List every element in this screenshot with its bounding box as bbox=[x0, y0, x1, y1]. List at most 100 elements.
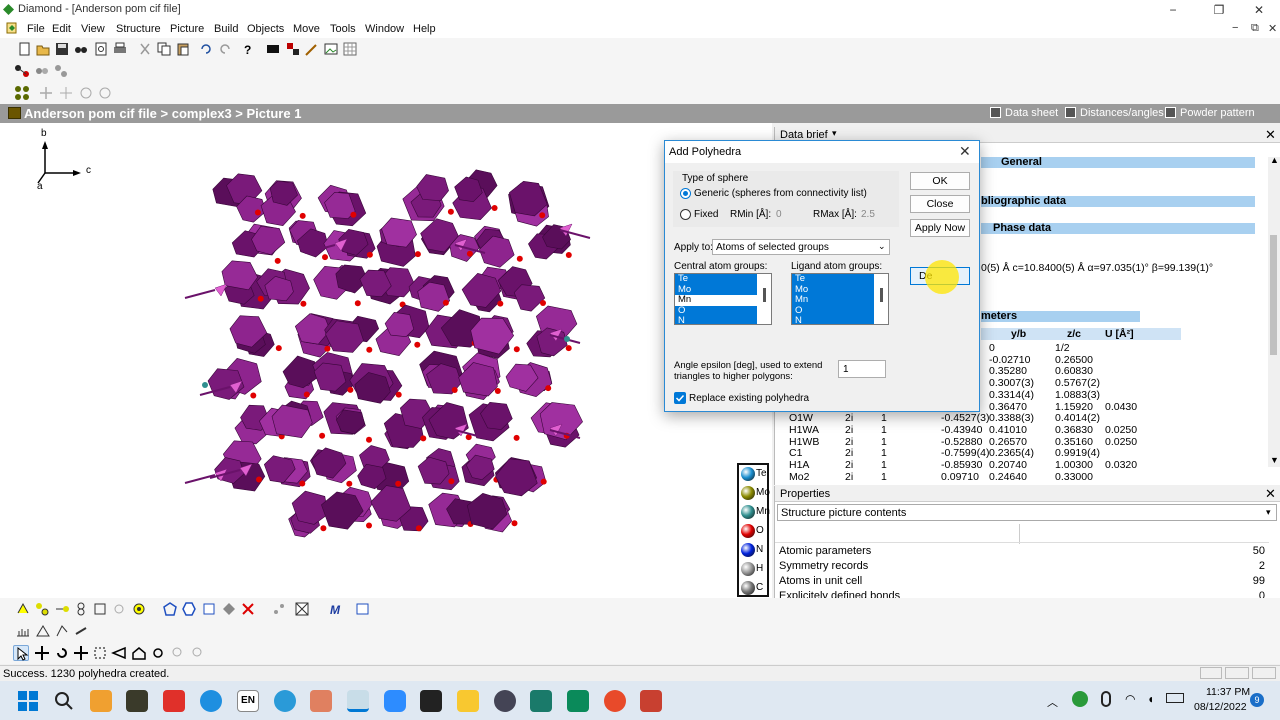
list-item[interactable]: Mn bbox=[675, 294, 757, 306]
ligand-atom-list[interactable]: Te Mo Mn O N bbox=[791, 273, 889, 325]
mdi-restore-button[interactable]: ⧉ bbox=[1251, 22, 1259, 35]
list-scrollbar[interactable] bbox=[763, 288, 766, 302]
apply-now-button[interactable]: Apply Now bbox=[910, 219, 970, 237]
ruler-icon[interactable] bbox=[15, 623, 31, 639]
pointer-icon[interactable] bbox=[13, 645, 29, 661]
rotate-atoms-icon[interactable] bbox=[78, 85, 94, 101]
view-direction-icon[interactable] bbox=[294, 601, 310, 617]
reset-icon[interactable] bbox=[150, 645, 166, 661]
menu-view[interactable]: View bbox=[81, 23, 105, 35]
app-icon[interactable] bbox=[126, 690, 148, 712]
section-general[interactable]: General bbox=[981, 156, 1255, 168]
app-icon[interactable] bbox=[310, 690, 332, 712]
app-icon[interactable] bbox=[640, 690, 662, 712]
windows-start-icon[interactable] bbox=[17, 690, 39, 712]
list-item[interactable]: O bbox=[675, 305, 757, 316]
menu-window[interactable]: Window bbox=[365, 23, 404, 35]
zoom-box-icon[interactable] bbox=[92, 645, 108, 661]
menu-picture[interactable]: Picture bbox=[170, 23, 204, 35]
picture-icon[interactable] bbox=[265, 41, 281, 57]
property-row[interactable]: Symmetry records 2 bbox=[775, 559, 1269, 574]
menu-structure[interactable]: Structure bbox=[116, 23, 161, 35]
expand-icon[interactable] bbox=[53, 63, 69, 79]
maximize-button[interactable]: ❐ bbox=[1211, 2, 1227, 18]
list-item[interactable]: N bbox=[675, 315, 757, 324]
chevron-down-icon[interactable]: ▾ bbox=[832, 128, 837, 139]
cluster-icon[interactable] bbox=[111, 601, 127, 617]
replace-checkbox[interactable] bbox=[674, 392, 686, 404]
menu-tools[interactable]: Tools bbox=[330, 23, 356, 35]
move-icon[interactable] bbox=[271, 601, 287, 617]
chevron-down-icon[interactable]: ▾ bbox=[1266, 507, 1271, 518]
structure-canvas[interactable]: b c a bbox=[0, 123, 772, 598]
mdi-minimize-button[interactable]: − bbox=[1232, 22, 1238, 34]
app-icon[interactable] bbox=[567, 690, 589, 712]
context-help-icon[interactable]: ? bbox=[241, 41, 257, 57]
menu-help[interactable]: Help bbox=[413, 23, 436, 35]
app-icon[interactable] bbox=[494, 690, 516, 712]
sync-icon[interactable] bbox=[1072, 691, 1088, 707]
polyhedra-icon[interactable] bbox=[162, 601, 178, 617]
speaker-icon[interactable]: ◖ bbox=[1147, 692, 1154, 706]
structure-icon[interactable] bbox=[285, 41, 301, 57]
properties-select[interactable]: Structure picture contents ▾ bbox=[777, 504, 1277, 521]
tab-distances-angles[interactable]: Distances/angles bbox=[1065, 107, 1164, 119]
app-icon[interactable] bbox=[420, 690, 442, 712]
close-dialog-button[interactable]: Close bbox=[910, 195, 970, 213]
list-scrollbar[interactable] bbox=[880, 288, 883, 302]
rotate-icon[interactable] bbox=[54, 645, 70, 661]
move-molecule-icon[interactable] bbox=[58, 85, 74, 101]
save-icon[interactable] bbox=[54, 41, 70, 57]
perspective-icon[interactable] bbox=[111, 645, 127, 661]
property-row[interactable]: Atomic parameters 50 bbox=[775, 544, 1269, 559]
chevron-down-icon[interactable]: ⌄ bbox=[878, 241, 886, 252]
close-panel-icon[interactable]: ✕ bbox=[1265, 127, 1276, 143]
molecule-m-icon[interactable]: M bbox=[328, 601, 344, 617]
move-cross-icon[interactable] bbox=[73, 645, 89, 661]
copy-icon[interactable] bbox=[156, 41, 172, 57]
close-properties-icon[interactable]: ✕ bbox=[1265, 486, 1276, 502]
close-button[interactable]: ✕ bbox=[1251, 2, 1267, 18]
preview-icon[interactable] bbox=[93, 41, 109, 57]
fixed-radio[interactable] bbox=[680, 209, 691, 220]
molecule-icon[interactable] bbox=[14, 85, 30, 101]
browser-icon[interactable] bbox=[200, 690, 222, 712]
matlab-icon[interactable] bbox=[163, 690, 185, 712]
undo-icon[interactable] bbox=[198, 41, 214, 57]
menu-move[interactable]: Move bbox=[293, 23, 320, 35]
edge-icon[interactable] bbox=[274, 690, 296, 712]
battery-icon[interactable] bbox=[1166, 693, 1184, 703]
list-item[interactable]: Te bbox=[792, 274, 874, 285]
clock-time[interactable]: 11:37 PM bbox=[1206, 686, 1250, 698]
tools-icon[interactable] bbox=[304, 41, 320, 57]
microphone-icon[interactable] bbox=[1101, 691, 1111, 707]
add-bond-icon[interactable] bbox=[54, 601, 70, 617]
diamond-taskbar-icon[interactable] bbox=[347, 690, 369, 712]
app-icon[interactable] bbox=[90, 690, 112, 712]
section-atomic-params[interactable]: meters bbox=[981, 310, 1140, 322]
chevron-up-icon[interactable]: ︿ bbox=[1047, 694, 1058, 710]
print-icon[interactable] bbox=[112, 41, 128, 57]
mdi-close-button[interactable]: ✕ bbox=[1268, 22, 1277, 35]
torsion-icon[interactable] bbox=[73, 623, 89, 639]
tab-powder-pattern[interactable]: Powder pattern bbox=[1165, 107, 1255, 119]
redo-icon[interactable] bbox=[217, 41, 233, 57]
fill-icon[interactable] bbox=[34, 63, 50, 79]
list-item[interactable]: N bbox=[792, 315, 874, 324]
pan-icon[interactable] bbox=[34, 645, 50, 661]
grid-icon[interactable] bbox=[342, 41, 358, 57]
rmax-input[interactable]: 2.5 bbox=[861, 209, 875, 220]
image-icon[interactable] bbox=[323, 41, 339, 57]
dialog-close-icon[interactable]: ✕ bbox=[959, 143, 971, 160]
cut-icon[interactable] bbox=[137, 41, 153, 57]
tab-data-sheet[interactable]: Data sheet bbox=[990, 107, 1058, 119]
zoom-out-icon[interactable] bbox=[190, 645, 206, 661]
menu-file[interactable]: File bbox=[27, 23, 45, 35]
plane-icon[interactable] bbox=[201, 601, 217, 617]
language-indicator[interactable]: EN bbox=[237, 690, 259, 712]
dihedral-icon[interactable] bbox=[54, 623, 70, 639]
document-icon[interactable] bbox=[6, 22, 18, 34]
new-file-icon[interactable] bbox=[16, 41, 32, 57]
find-icon[interactable] bbox=[73, 41, 89, 57]
app-icon[interactable] bbox=[530, 690, 552, 712]
